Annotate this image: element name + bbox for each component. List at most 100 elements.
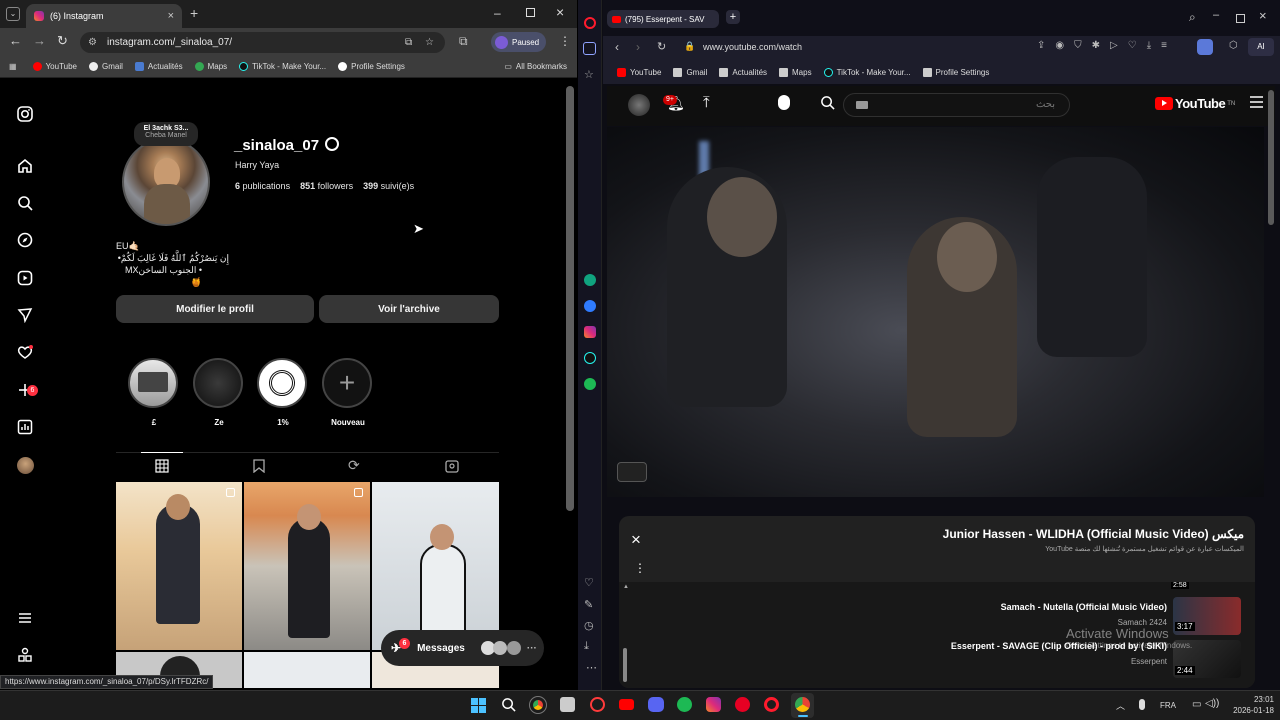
tab-close-icon[interactable]: × [168, 10, 174, 22]
vpn-icon[interactable]: ✱ [1092, 40, 1100, 51]
install-icon[interactable]: ⧉ [405, 37, 412, 48]
bookmark-actualites[interactable]: Actualités [719, 67, 767, 77]
address-bar[interactable]: ⚙ instagram.com/_sinaloa_07/ ⧉ ☆ [80, 32, 445, 53]
also-from-meta-icon[interactable] [15, 645, 35, 665]
paused-profile-button[interactable]: Paused [491, 32, 546, 52]
search-button-icon[interactable] [820, 95, 835, 110]
upload-icon[interactable]: ⤒ [703, 94, 710, 111]
history-icon[interactable]: ◷ [584, 619, 594, 632]
bookmark-maps[interactable]: Maps [779, 67, 812, 77]
tiktok-app-icon[interactable] [584, 352, 596, 364]
chrome-menu-icon[interactable]: ⋮ [559, 34, 571, 48]
pinboard-icon[interactable]: ☆ [584, 68, 594, 81]
aria-ai-button[interactable]: AI [1248, 38, 1274, 56]
mic-icon[interactable] [1139, 699, 1145, 710]
close-playlist-icon[interactable]: × [631, 530, 641, 550]
reposts-icon[interactable]: ⟳ [348, 457, 360, 474]
opera-profile-avatar[interactable] [1197, 39, 1213, 55]
apps-icon[interactable]: ▦ [9, 62, 17, 71]
chrome-task-icon[interactable] [529, 696, 547, 714]
download-icon[interactable]: ⤓ [1147, 40, 1151, 51]
bookmark-tiktok[interactable]: TikTok - Make Your... [823, 67, 911, 77]
following-stat[interactable]: 399 suivi(e)s [363, 181, 414, 191]
reload-icon[interactable]: ↻ [657, 40, 666, 53]
close-icon[interactable]: × [556, 4, 564, 20]
forward-icon[interactable]: › [636, 40, 640, 54]
highlight-item[interactable]: Ze [193, 358, 245, 427]
saved-bookmark-icon[interactable] [253, 459, 265, 473]
edit-profile-button[interactable]: Modifier le profil [116, 295, 314, 323]
youtube-task-icon[interactable] [619, 699, 634, 710]
highlight-item[interactable]: £ [128, 358, 180, 427]
tab-search-icon[interactable]: ⌄ [6, 7, 20, 21]
start-windows-icon[interactable] [471, 698, 486, 713]
extensions-icon[interactable]: ⧉ [459, 34, 468, 49]
maximize-icon[interactable] [526, 8, 535, 17]
instagram-logo-icon[interactable] [15, 104, 35, 124]
post-thumbnail[interactable] [372, 482, 499, 650]
opera-gx-icon[interactable] [590, 697, 605, 712]
home-icon[interactable] [15, 156, 35, 176]
youtube-logo[interactable]: YouTube TN [1155, 96, 1235, 111]
dashboard-icon[interactable] [15, 417, 35, 437]
discord-icon[interactable] [648, 697, 664, 712]
reels-icon[interactable] [15, 268, 35, 288]
search-icon[interactable] [15, 193, 35, 213]
tray-chevron-icon[interactable]: ︿ [1116, 699, 1125, 712]
bookmark-maps[interactable]: Maps [194, 62, 227, 71]
tab-search-icon[interactable]: ⌕ [1189, 10, 1196, 25]
page-scrollbar[interactable] [566, 86, 574, 511]
tab-youtube[interactable]: (795) Esserpent - SAV [607, 10, 719, 28]
bookmark-profile-settings[interactable]: Profile Settings [922, 67, 989, 77]
extensions-icon[interactable]: ⬡ [1229, 40, 1238, 51]
messages-pill[interactable]: ✈ 6 Messages ··· [381, 630, 544, 666]
url-text[interactable]: www.youtube.com/watch [703, 42, 802, 52]
chrome-active-task-icon[interactable] [791, 693, 814, 718]
minimize-icon[interactable]: – [1213, 9, 1219, 21]
forward-icon[interactable]: → [33, 33, 46, 48]
bookmark-profile-settings[interactable]: Profile Settings [338, 62, 405, 71]
site-info-icon[interactable]: ⚙ [88, 37, 97, 48]
shield-icon[interactable]: ⛉ [1074, 40, 1082, 51]
bookmark-star-icon[interactable]: ☆ [425, 37, 434, 48]
volume-icon[interactable]: ◁)) [1205, 698, 1219, 709]
new-highlight-button[interactable]: + Nouveau [322, 358, 374, 427]
account-avatar[interactable] [628, 94, 650, 116]
player-icon[interactable]: ▷ [1110, 40, 1118, 51]
view-archive-button[interactable]: Voir l'archive [319, 295, 499, 323]
note-bubble[interactable]: El 3achk S3... Cheba Manel [134, 122, 198, 146]
post-thumbnail[interactable] [116, 482, 242, 650]
spotify-icon[interactable] [677, 697, 692, 712]
messenger-icon[interactable] [15, 305, 35, 325]
playlist-scrollbar[interactable] [623, 648, 627, 682]
keyboard-icon[interactable] [856, 101, 868, 109]
all-bookmarks[interactable]: ▭ All Bookmarks [504, 62, 567, 71]
instagram-task-icon[interactable] [706, 697, 721, 712]
clock[interactable]: 23:01 2026-01-18 [1222, 694, 1274, 716]
menu-icon[interactable]: ≡ [1161, 40, 1167, 51]
sidebar-more-icon[interactable]: ⋯ [586, 661, 597, 674]
opera-logo-icon[interactable] [584, 17, 596, 29]
up-arrow-icon[interactable]: ▲ [623, 584, 629, 590]
highlight-item[interactable]: 1% [257, 358, 309, 427]
playlist-menu-icon[interactable]: ⋮ [634, 561, 646, 575]
bookmark-actualites[interactable]: Actualités [134, 62, 183, 71]
notes-icon[interactable]: ✎ [584, 598, 593, 611]
share-icon[interactable]: ⇪ [1037, 40, 1045, 51]
speed-dial-icon[interactable] [583, 42, 596, 55]
messenger-app-icon[interactable] [584, 300, 596, 312]
followers-stat[interactable]: 851 followers [300, 181, 353, 191]
heart-icon[interactable]: ♡ [1128, 40, 1137, 51]
chatgpt-icon[interactable] [584, 274, 596, 286]
tagged-icon[interactable] [445, 459, 459, 473]
publications-stat[interactable]: 6 publications [235, 181, 290, 191]
taskbar-search-icon[interactable] [501, 697, 516, 712]
new-tab-icon[interactable]: + [726, 10, 740, 24]
bookmark-youtube[interactable]: YouTube [32, 62, 77, 71]
post-thumbnail[interactable] [244, 652, 370, 688]
back-icon[interactable]: ‹ [615, 40, 619, 54]
guide-menu-icon[interactable] [1250, 96, 1263, 108]
downloads-icon[interactable]: ⤓ [584, 640, 589, 653]
posts-grid-icon[interactable] [155, 459, 169, 473]
post-thumbnail[interactable] [244, 482, 370, 650]
